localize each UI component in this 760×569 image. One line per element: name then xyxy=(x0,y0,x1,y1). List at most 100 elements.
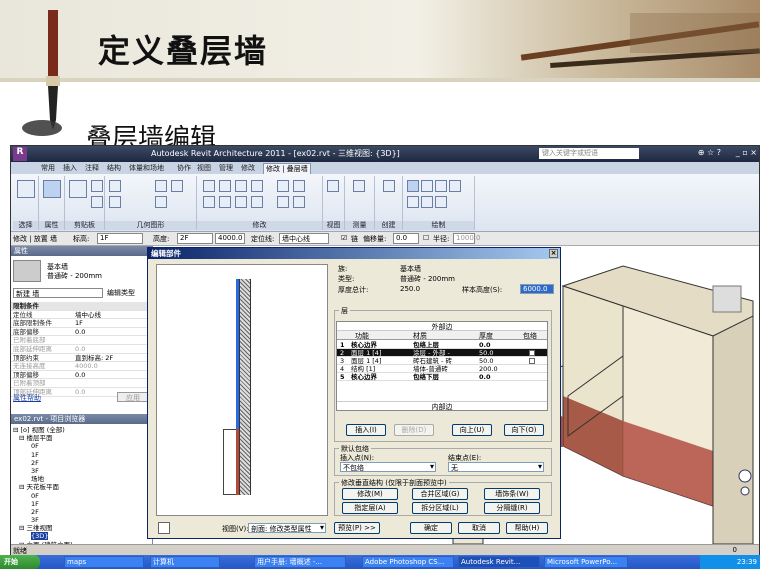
polygon-icon[interactable] xyxy=(435,180,447,192)
delete-button[interactable]: 删除(D) xyxy=(394,424,434,436)
app-menu-button[interactable]: R xyxy=(13,147,27,161)
move-up-button[interactable]: 向上(U) xyxy=(452,424,492,436)
type-selector[interactable]: 基本墙 普通砖 - 200mm xyxy=(13,258,149,286)
height-input[interactable]: 4000.0 xyxy=(215,233,245,244)
view-select[interactable]: 剖面: 修改类型属性 xyxy=(248,523,326,533)
line-icon[interactable] xyxy=(407,180,419,192)
cut-geometry-icon[interactable] xyxy=(109,196,121,208)
layer-row[interactable]: 3 面层 1 [4] 砖石建筑 - 砖 50.0 xyxy=(337,357,547,365)
copy-icon[interactable] xyxy=(91,196,103,208)
layer-row[interactable]: 4 结构 [1] 墙体-普通砖 200.0 xyxy=(337,365,547,373)
level-select[interactable]: 1F xyxy=(97,233,143,244)
tab-massing[interactable]: 体量和场地 xyxy=(129,163,164,173)
property-row[interactable]: 定位线 墙中心线 xyxy=(11,311,151,320)
paint-icon[interactable] xyxy=(155,196,167,208)
join-icon[interactable] xyxy=(155,180,167,192)
help-button[interactable]: 帮助(H) xyxy=(506,522,548,534)
taskbar-item[interactable]: 计算机 xyxy=(150,556,220,568)
property-row[interactable]: 限制条件 xyxy=(11,302,151,311)
sweeps-button[interactable]: 墙饰条(W) xyxy=(484,488,540,500)
browser-node[interactable]: ⊟ 三维视图 xyxy=(13,524,73,532)
property-row[interactable]: 底部延伸距离 0.0 xyxy=(11,345,151,354)
properties-icon[interactable] xyxy=(43,180,61,198)
browser-node[interactable]: ⊟ 天花板平面 xyxy=(13,483,73,491)
offset-icon[interactable] xyxy=(219,180,231,192)
taskbar-item[interactable]: Adobe Photoshop CS... xyxy=(362,556,454,568)
taskbar-item[interactable]: Microsoft PowerPo... xyxy=(544,556,628,568)
array-icon[interactable] xyxy=(293,180,305,192)
circle-icon[interactable] xyxy=(449,180,461,192)
hide-icon[interactable] xyxy=(327,180,339,192)
tab-manage[interactable]: 管理 xyxy=(219,163,233,173)
delete-icon[interactable] xyxy=(293,196,305,208)
tab-collaborate[interactable]: 协作 xyxy=(177,163,191,173)
taskbar-item[interactable]: maps xyxy=(64,556,144,568)
move-icon[interactable] xyxy=(203,196,215,208)
insert-point-select[interactable]: 不包络 xyxy=(340,462,436,472)
properties-help-link[interactable]: 属性帮助 xyxy=(13,393,41,403)
paste-icon[interactable] xyxy=(69,180,87,198)
rotate-icon[interactable] xyxy=(235,196,247,208)
tab-structure[interactable]: 结构 xyxy=(107,163,121,173)
property-row[interactable]: 顶部约束 直到标高: 2F xyxy=(11,354,151,363)
property-row[interactable]: 已附着底部 xyxy=(11,336,151,345)
select-icon[interactable] xyxy=(17,180,35,198)
taskbar-item-active[interactable]: Autodesk Revit... xyxy=(458,556,540,568)
viewcube-icon[interactable] xyxy=(712,285,742,313)
cancel-button[interactable]: 取消 xyxy=(458,522,500,534)
browser-node[interactable]: {3D} xyxy=(13,532,73,541)
wraps-checkbox[interactable] xyxy=(529,350,535,356)
align-icon[interactable] xyxy=(203,180,215,192)
preview-button[interactable]: 预览(P) >> xyxy=(334,522,380,534)
offset-input[interactable]: 0.0 xyxy=(393,233,419,244)
copy-element-icon[interactable] xyxy=(219,196,231,208)
browser-node[interactable]: 2F xyxy=(13,459,73,467)
assign-layers-button[interactable]: 指定层(A) xyxy=(342,502,398,514)
split-face-icon[interactable] xyxy=(171,180,183,192)
browser-node[interactable]: 1F xyxy=(13,451,73,459)
tab-modify[interactable]: 修改 xyxy=(241,163,255,173)
create-similar-icon[interactable] xyxy=(383,180,395,192)
radius-checkbox[interactable]: ☐ xyxy=(423,234,429,242)
end-point-select[interactable]: 无 xyxy=(448,462,544,472)
browser-node[interactable]: 0F xyxy=(13,492,73,500)
layer-row[interactable]: 5 核心边界 包络下层 0.0 xyxy=(337,373,547,381)
layer-row[interactable]: 1 核心边界 包络上层 0.0 xyxy=(337,341,547,349)
instance-filter-select[interactable]: 新建 墙 xyxy=(13,288,103,298)
tab-modify-stacked-wall[interactable]: 修改 | 叠层墙 xyxy=(263,163,311,174)
tab-home[interactable]: 常用 xyxy=(41,163,55,173)
arc-icon[interactable] xyxy=(407,196,419,208)
taskbar-item[interactable]: 用户手册: 墙概述 -... xyxy=(254,556,346,568)
sample-height-input[interactable]: 6000.0 xyxy=(520,284,554,294)
location-line-select[interactable]: 墙中心线 xyxy=(279,233,329,244)
tab-annotate[interactable]: 注释 xyxy=(85,163,99,173)
property-row[interactable]: 无连接高度 4000.0 xyxy=(11,362,151,371)
edit-type-button[interactable]: 编辑类型 xyxy=(107,288,135,298)
property-row[interactable]: 底部限制条件 1F xyxy=(11,319,151,328)
cope-icon[interactable] xyxy=(109,180,121,192)
layer-row[interactable]: 2 面层 1 [4] 涂层 - 外部 - 50.0 xyxy=(337,349,547,357)
browser-node[interactable]: 1F xyxy=(13,500,73,508)
split-region-button[interactable]: 拆分区域(L) xyxy=(412,502,468,514)
browser-node[interactable]: 2F xyxy=(13,508,73,516)
section-preview[interactable] xyxy=(156,264,328,516)
move-down-button[interactable]: 向下(O) xyxy=(504,424,544,436)
cut-icon[interactable] xyxy=(91,180,103,192)
fillet-arc-icon[interactable] xyxy=(435,196,447,208)
mirror-icon[interactable] xyxy=(235,180,247,192)
pin-icon[interactable] xyxy=(277,196,289,208)
close-icon[interactable]: × xyxy=(549,249,558,258)
tab-insert[interactable]: 插入 xyxy=(63,163,77,173)
merge-regions-button[interactable]: 合并区域(G) xyxy=(412,488,468,500)
wraps-checkbox[interactable] xyxy=(529,358,535,364)
reveals-button[interactable]: 分隔缝(R) xyxy=(484,502,540,514)
height-select[interactable]: 2F xyxy=(177,233,213,244)
measure-icon[interactable] xyxy=(353,180,365,192)
insert-button[interactable]: 插入(I) xyxy=(346,424,386,436)
ok-button[interactable]: 确定 xyxy=(410,522,452,534)
search-input[interactable]: 键入关键字或短语 xyxy=(539,148,639,159)
chain-checkbox[interactable]: ☑ xyxy=(341,234,347,242)
apply-button[interactable]: 应用 xyxy=(117,392,149,402)
split-icon[interactable] xyxy=(277,180,289,192)
window-controls[interactable]: _ ▫ × xyxy=(736,148,757,157)
